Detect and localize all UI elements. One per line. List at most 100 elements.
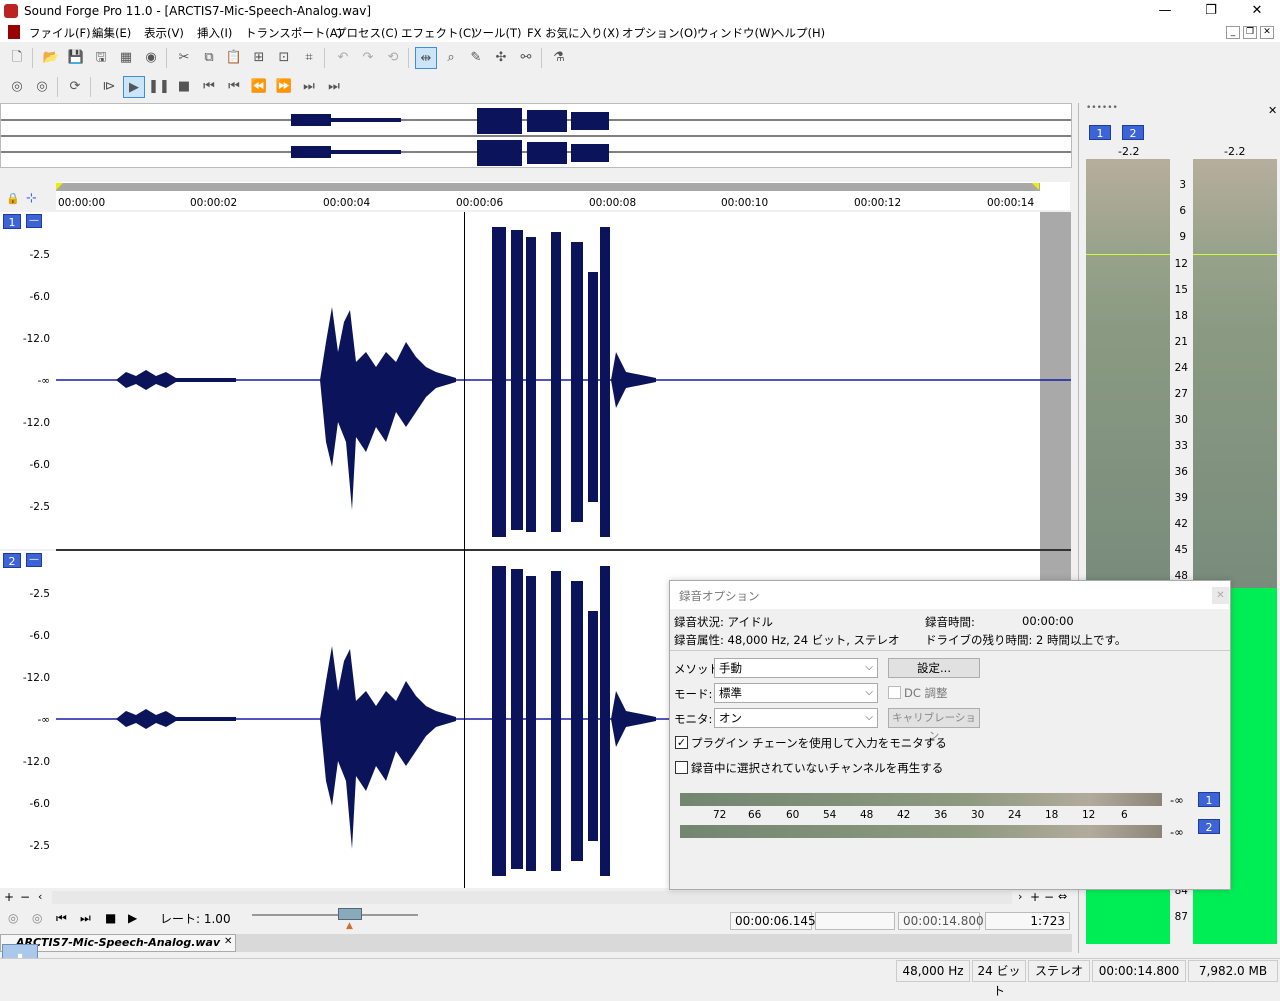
panel-grip-icon[interactable]: •••••• <box>1086 103 1118 113</box>
mini-record-icon[interactable]: ◎ <box>8 911 18 925</box>
go-end-icon[interactable]: ⏭ <box>323 76 345 98</box>
mdi-minimize-icon[interactable]: _ <box>1226 26 1240 39</box>
menu-options[interactable]: オプション(O) <box>622 25 698 41</box>
rewind-icon[interactable]: ⏪ <box>248 76 270 98</box>
tab-close-icon[interactable]: ✕ <box>224 936 232 947</box>
record-icon[interactable]: ◎ <box>6 76 28 98</box>
settings-button[interactable]: 設定... <box>888 658 980 678</box>
copy-icon[interactable]: ⧉ <box>198 47 220 69</box>
menu-process[interactable]: プロセス(C) <box>335 25 398 41</box>
loop-end-marker[interactable] <box>1032 183 1039 190</box>
plugin-chain-checkbox[interactable]: ✓ <box>675 736 688 749</box>
repeat-icon[interactable]: ⟲ <box>382 47 404 69</box>
selection-bar[interactable] <box>56 183 1040 191</box>
dialog-close-icon[interactable]: ✕ <box>1212 587 1229 604</box>
lock-icon[interactable]: 🔒 <box>6 192 20 205</box>
meter-channel-1-badge[interactable]: 1 <box>1089 125 1111 140</box>
zoom-in-vertical-button[interactable]: + <box>4 890 14 904</box>
channel-1-badge[interactable]: 1 <box>3 214 21 229</box>
cut-icon[interactable]: ✂ <box>173 47 195 69</box>
menu-help[interactable]: ヘルプ(H) <box>773 25 825 41</box>
loop-start-marker[interactable] <box>56 183 63 190</box>
dc-adjust-checkbox[interactable] <box>888 686 901 699</box>
channel-2-minimize-button[interactable]: — <box>26 553 42 567</box>
length-field[interactable]: 00:00:14.800 <box>898 912 984 930</box>
menu-fx-favorites[interactable]: FX お気に入り(X) <box>527 25 620 41</box>
horizontal-scrollbar[interactable] <box>52 891 1012 904</box>
menu-window[interactable]: ウィンドウ(W) <box>697 25 775 41</box>
maximize-icon[interactable]: ❐ <box>1188 0 1234 22</box>
undo-icon[interactable]: ↶ <box>332 47 354 69</box>
meter-channel-2-badge[interactable]: 2 <box>1122 125 1144 140</box>
overview-bar[interactable] <box>0 103 1072 168</box>
redo-icon[interactable]: ↷ <box>357 47 379 69</box>
menu-tools[interactable]: ツール(T) <box>471 25 522 41</box>
zoom-normal-icon[interactable]: ⇔ <box>1058 890 1067 903</box>
pause-icon[interactable]: ❚❚ <box>148 76 170 98</box>
go-start-icon[interactable]: ⏮ <box>198 76 220 98</box>
loop-icon[interactable]: ⟳ <box>64 76 86 98</box>
mini-loop-record-icon[interactable]: ◎ <box>32 911 42 925</box>
paste-icon[interactable]: 📋 <box>223 47 245 69</box>
save-icon[interactable]: 💾 <box>65 47 87 69</box>
plugin-icon[interactable]: ⚗ <box>548 47 570 69</box>
mdi-close-icon[interactable]: ✕ <box>1260 26 1274 39</box>
mode-select[interactable]: 標準 ⌵ <box>714 683 878 703</box>
prev-marker-icon[interactable]: ⏮ <box>223 76 245 98</box>
loop-record-icon[interactable]: ◎ <box>31 76 53 98</box>
menu-effect[interactable]: エフェクト(C) <box>401 25 476 41</box>
menu-edit[interactable]: 編集(E) <box>92 25 131 41</box>
channel-2-badge[interactable]: 2 <box>3 553 21 568</box>
method-select[interactable]: 手動 ⌵ <box>714 658 878 678</box>
snap-icon[interactable]: ⊹ <box>26 191 37 206</box>
menu-transport[interactable]: トランスポート(A) <box>245 25 342 41</box>
close-icon[interactable]: ✕ <box>1234 0 1280 22</box>
zoom-out-vertical-button[interactable]: − <box>20 890 30 904</box>
panel-close-icon[interactable]: ✕ <box>1268 104 1277 117</box>
scroll-right-icon[interactable]: › <box>1018 890 1022 903</box>
zoom-out-time-button[interactable]: − <box>1044 890 1054 904</box>
save-as-icon[interactable]: 🖫 <box>90 47 112 69</box>
mini-stop-icon[interactable]: ■ <box>105 911 116 925</box>
mdi-restore-icon[interactable]: ❐ <box>1243 26 1257 39</box>
crop-icon[interactable]: ⌗ <box>298 47 320 69</box>
mini-go-end-icon[interactable]: ⏭ <box>80 911 91 926</box>
menu-file[interactable]: ファイル(F) <box>29 25 91 41</box>
selection-field[interactable] <box>815 912 895 930</box>
stop-icon[interactable]: ■ <box>173 76 195 98</box>
minimize-icon[interactable]: — <box>1142 0 1188 22</box>
position-field[interactable]: 00:00:06.145 <box>730 912 816 930</box>
new-file-icon[interactable]: 🗋 <box>6 47 28 69</box>
forward-icon[interactable]: ⏩ <box>273 76 295 98</box>
channel-1-waveform[interactable] <box>56 212 1071 549</box>
burn-cd-icon[interactable]: ◉ <box>140 47 162 69</box>
envelope-tool-icon[interactable]: ⚯ <box>515 47 537 69</box>
rate-slider-thumb[interactable] <box>338 908 362 920</box>
edit-tool-icon[interactable]: ⇹ <box>415 47 437 69</box>
event-tool-icon[interactable]: ✣ <box>490 47 512 69</box>
input-meter-2-badge[interactable]: 2 <box>1198 819 1220 834</box>
play-all-icon[interactable]: ⧐ <box>98 76 120 98</box>
render-icon[interactable]: ▦ <box>115 47 137 69</box>
magnify-tool-icon[interactable]: ⌕ <box>440 47 462 69</box>
channel-1-minimize-button[interactable]: — <box>26 214 42 228</box>
pencil-tool-icon[interactable]: ✎ <box>465 47 487 69</box>
calibration-button[interactable]: キャリブレーション <box>888 708 980 742</box>
next-marker-icon[interactable]: ⏭ <box>298 76 320 98</box>
rate-slider-track[interactable] <box>252 914 418 916</box>
document-tab-label[interactable]: ARCTIS7-Mic-Speech-Analog.wav <box>16 936 220 949</box>
mini-go-start-icon[interactable]: ⏮ <box>56 911 67 926</box>
paste-new-icon[interactable]: ⊡ <box>273 47 295 69</box>
play-icon[interactable]: ▶ <box>123 76 145 98</box>
input-meter-1-badge[interactable]: 1 <box>1198 792 1220 807</box>
playback-unselected-checkbox[interactable] <box>675 761 688 774</box>
scroll-left-icon[interactable]: ‹ <box>38 890 42 903</box>
mini-play-icon[interactable]: ▶ <box>128 911 137 925</box>
open-folder-icon[interactable]: 📂 <box>40 47 62 69</box>
menu-view[interactable]: 表示(V) <box>144 25 184 41</box>
monitor-select[interactable]: オン ⌵ <box>714 708 878 728</box>
menu-insert[interactable]: 挿入(I) <box>197 25 232 41</box>
zoom-in-time-button[interactable]: + <box>1030 890 1040 904</box>
mix-paste-icon[interactable]: ⊞ <box>248 47 270 69</box>
zoom-ratio-field[interactable]: 1:723 <box>985 912 1070 930</box>
